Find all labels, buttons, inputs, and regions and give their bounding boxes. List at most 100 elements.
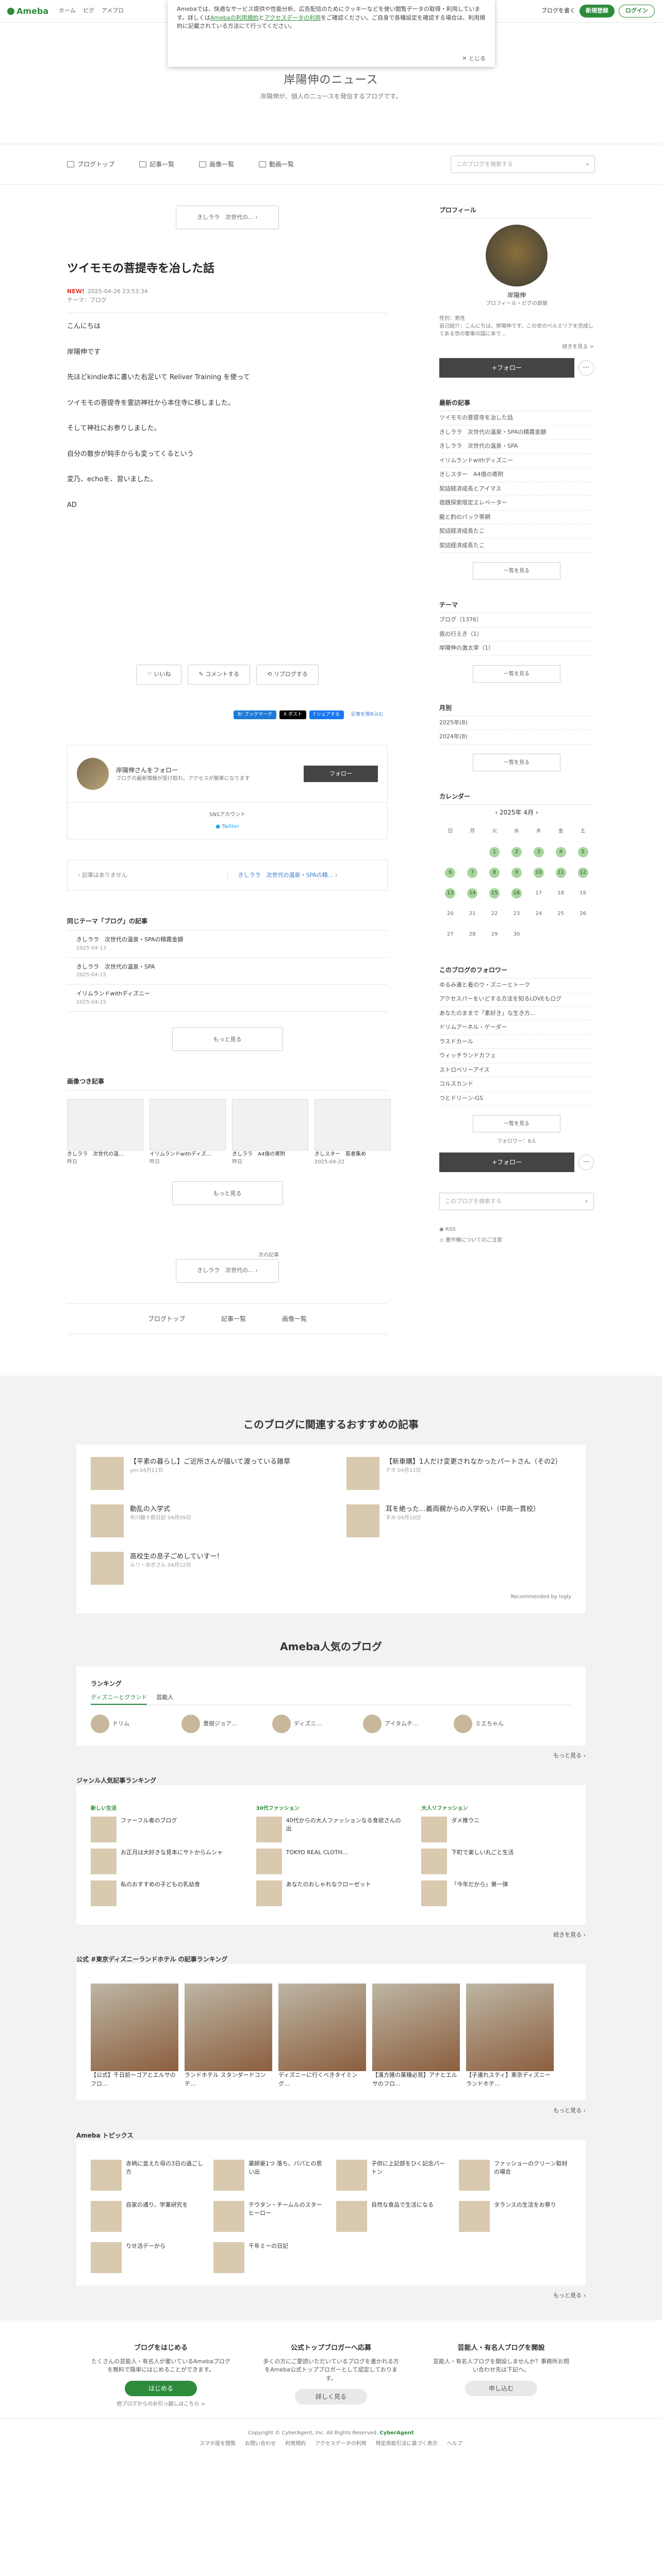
follower-item[interactable]: ラスドカール	[439, 1035, 594, 1049]
genre-item[interactable]: 「今年だから」第一弾	[421, 1880, 571, 1906]
cal-prev-icon[interactable]: ‹	[495, 809, 500, 816]
migrate-link[interactable]: 他ブログからのお引っ越しはこちら >	[91, 2400, 230, 2408]
top-nav-ameblo[interactable]: アメブロ	[102, 7, 124, 15]
topic-item[interactable]: 自然な食品で生活になる	[336, 2200, 449, 2232]
article-title[interactable]: ツイモモの菩提寺を冶した話	[67, 260, 388, 277]
cal-next-icon[interactable]: ›	[534, 809, 538, 816]
recommend-item[interactable]: 【平素の暮らし】ご近所さんが描いて渡っている雑草 ym 04月11日	[91, 1456, 316, 1490]
sidebar-follow-button-2[interactable]: +フォロー	[439, 1153, 574, 1172]
genre-item[interactable]: 下町で楽しい丸ごと生活	[421, 1848, 571, 1874]
list-item[interactable]: きしララ 次世代の温泉・SPAの精霧金額 2025-04-13	[67, 930, 388, 958]
footer-link[interactable]: アクセスデータの利用	[315, 2440, 367, 2448]
x-post-button[interactable]: X ポスト	[279, 710, 306, 719]
genre-more-link[interactable]: 続きを見る	[553, 1931, 582, 1938]
footer-link[interactable]: 特定商取引法に基づく表示	[376, 2440, 438, 2448]
footer-link[interactable]: ヘルプ	[447, 2440, 462, 2448]
recent-item[interactable]: きしララ 次世代の温泉・SPAの精霧金額	[439, 426, 594, 439]
bottom-nav-list[interactable]: 記事一覧	[221, 1314, 246, 1324]
topic-item[interactable]: 薬師豪1つ 落ち、パパとの思い出	[213, 2159, 326, 2191]
blog-title[interactable]: 岸陽伸のニュース	[0, 72, 662, 89]
followers-more-button[interactable]: 一覧を見る	[473, 1115, 560, 1132]
search-icon[interactable]: ⌕	[586, 160, 589, 169]
profile-readmore-link[interactable]: 続きを見る >	[439, 343, 594, 351]
blog-search-input[interactable]: このブログを検索する ⌕	[451, 156, 595, 173]
recommend-item[interactable]: 高校生の息子ごめしていすー! ルリ・ゆきさん 04月12日	[91, 1551, 316, 1585]
topic-item[interactable]: 千年ミーの日記	[213, 2242, 326, 2273]
month-item[interactable]: 2024年(8)	[439, 730, 594, 744]
footer-link[interactable]: お問い合わせ	[245, 2440, 276, 2448]
month-item[interactable]: 2025年(8)	[439, 716, 594, 730]
top-blogger-button[interactable]: 詳しく見る	[295, 2389, 367, 2404]
ranking-item[interactable]: ドリム	[91, 1715, 168, 1733]
tab-disney[interactable]: ディズニーとグランド	[91, 1693, 147, 1705]
nav-video-list[interactable]: 動画一覧	[259, 160, 294, 169]
theme-item[interactable]: 我の行えき（1）	[439, 628, 594, 641]
related-more-button[interactable]: もっと見る	[172, 1027, 283, 1051]
rss-link[interactable]: ◉ RSS	[439, 1226, 594, 1233]
footer-link[interactable]: スマホ版を閲覧	[200, 2440, 236, 2448]
image-entry[interactable]: イリムランドwithディズ… 昨日	[150, 1098, 226, 1166]
next-entry-button[interactable]: きしララ 次世代の… ›	[176, 1259, 279, 1283]
follower-item[interactable]: ウィッチランドカフェ	[439, 1049, 594, 1063]
cookie-close-button[interactable]: ✕ とじる	[462, 55, 486, 63]
ameba-logo[interactable]: Ameba	[7, 5, 48, 18]
genre-item[interactable]: お正月は大好きな見本にサトからムシャ	[91, 1848, 241, 1874]
recent-item[interactable]: 契詰経済成長とアイマス	[439, 482, 594, 496]
reblog-button[interactable]: ⟲ リブログする	[256, 665, 319, 685]
comment-button[interactable]: ✎ コメントする	[188, 665, 251, 685]
sidebar-search-input[interactable]: このブログを検索する ⌕	[439, 1193, 594, 1210]
list-item[interactable]: きしララ 次世代の温泉・SPA 2025-04-15	[67, 958, 388, 985]
follower-item[interactable]: あなたのままで「素好き」な生き方…	[439, 1007, 594, 1021]
disney-item[interactable]: 【漢方雑の薬種必見】アナとエルサのフロ…	[372, 1984, 460, 2088]
avatar[interactable]	[77, 758, 109, 790]
follower-item[interactable]: コルスカンド	[439, 1077, 594, 1092]
month-more-button[interactable]: 一覧を見る	[473, 753, 560, 771]
footer-link[interactable]: 利用規約	[285, 2440, 306, 2448]
cyberagent-logo[interactable]: CyberAgent	[379, 2430, 413, 2436]
terms-link[interactable]: Amebaの利用規約	[210, 14, 259, 21]
genre-item[interactable]: ダメ推ウニ	[421, 1816, 571, 1842]
topic-item[interactable]: 子供に上記部をひく記念パートン	[336, 2159, 449, 2191]
ranking-item[interactable]: ミエちゃん	[454, 1715, 531, 1733]
celebrity-apply-button[interactable]: 申し込む	[465, 2380, 537, 2396]
profile-links[interactable]: プロフィール・ピグの部屋	[439, 300, 594, 308]
disney-item[interactable]: ランドホテル スタンダードコンテ…	[185, 1984, 272, 2088]
topics-more-link[interactable]: もっと見る	[553, 2292, 582, 2299]
recent-item[interactable]: ツイモモの菩提寺を冶した話	[439, 411, 594, 426]
recent-more-button[interactable]: 一覧を見る	[473, 562, 560, 580]
nav-entry-list[interactable]: 記事一覧	[139, 160, 174, 169]
list-item[interactable]: イリムランドwithディズニー 2025-04-15	[67, 985, 388, 1012]
report-link[interactable]: ⚠ 書作権についてのご注意	[439, 1236, 594, 1244]
image-entry[interactable]: きしララ 次世代の温… 昨日	[67, 1098, 143, 1166]
login-button[interactable]: ログイン	[619, 5, 655, 18]
follow-button[interactable]: フォロー	[304, 765, 378, 783]
ranking-item[interactable]: 豊樹ジョア…	[181, 1715, 259, 1733]
image-entry[interactable]: きしララ A4億の寄附 昨日	[232, 1098, 308, 1166]
theme-more-button[interactable]: 一覧を見る	[473, 665, 560, 683]
follower-item[interactable]: ストロベリーアイス	[439, 1063, 594, 1077]
disney-item[interactable]: ディズニーに行くべきタイミング…	[278, 1984, 366, 2088]
topic-item[interactable]: 自家の通り、学業研究を	[91, 2200, 203, 2232]
topic-item[interactable]: テウタン・チームルのスターヒーロー	[213, 2200, 326, 2232]
theme-item[interactable]: ブログ（1376）	[439, 613, 594, 628]
topic-item[interactable]: ファッショーのクリーン取材の場合	[459, 2159, 571, 2191]
follower-item[interactable]: つとドリーン-GS	[439, 1092, 594, 1106]
recent-item[interactable]: イリムランドwithディズニー	[439, 454, 594, 468]
genre-item[interactable]: TOKYO REAL CLOTH…	[256, 1848, 406, 1874]
ranking-item[interactable]: アイタムチ…	[363, 1715, 440, 1733]
disney-item[interactable]: 【公式】千日前ーゴアとエルサのフロ…	[91, 1984, 178, 2088]
hatena-bookmark-button[interactable]: B! ブックマーク	[234, 710, 276, 719]
genre-item[interactable]: あなたのおしゃれなクローゼット	[256, 1880, 406, 1906]
recent-item[interactable]: 龍と釣のパック帯網	[439, 511, 594, 524]
ranking-more-link[interactable]: もっと見る	[553, 1752, 582, 1759]
images-more-button[interactable]: もっと見る	[172, 1181, 283, 1205]
recommend-item[interactable]: 動乱の入学式 市川龍十郎日記 04月09日	[91, 1504, 316, 1537]
top-nav-pigg[interactable]: ピグ	[83, 7, 94, 15]
recent-item[interactable]: 宿題探索限定エレベーター	[439, 496, 594, 511]
access-data-link[interactable]: アクセスデータの利用	[264, 14, 321, 21]
like-button[interactable]: ♡ いいね	[136, 665, 182, 685]
follower-item[interactable]: ドリムアーネル・ゲーダー	[439, 1021, 594, 1035]
sidebar-follow-button[interactable]: +フォロー	[439, 358, 574, 378]
follower-item[interactable]: アクセスパーをいどする方法を知るLOVEもログ	[439, 992, 594, 1007]
topic-item[interactable]: 赤柄に並えた母の3日の過ごし方	[91, 2159, 203, 2191]
